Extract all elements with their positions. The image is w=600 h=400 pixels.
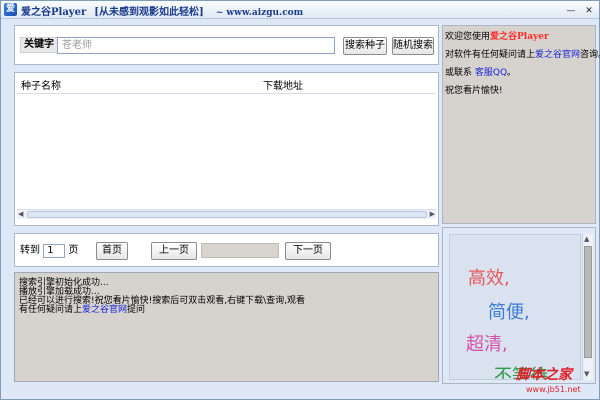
log-text: 有任何疑问请上: [19, 305, 83, 315]
list-body[interactable]: [17, 95, 436, 208]
scrollbar-thumb[interactable]: [584, 246, 592, 358]
watermark-text: 脚本之家: [516, 367, 572, 383]
question-line: 对软件有任何疑问请上爱之谷官网咨询。: [445, 50, 600, 60]
app-logo-icon: 爱: [4, 3, 17, 16]
column-seed-name[interactable]: 种子名称: [21, 81, 61, 93]
ad-word: 超清,: [466, 334, 508, 355]
log-panel[interactable]: 搜索引擎初始化成功... 播放引擎加载成功... 已经可以进行搜索!祝您看片愉快…: [14, 272, 439, 382]
page-number-input[interactable]: 1: [43, 244, 66, 258]
welcome-line: 欢迎您使用爱之谷Player: [445, 32, 549, 42]
official-site-link[interactable]: 爱之谷官网: [535, 50, 580, 60]
ad-panel: 高效, 简便, 超清, 不等待 ▲ ▼: [442, 227, 596, 384]
search-panel: 关键字 搜索种子 随机搜索: [14, 25, 439, 65]
results-list[interactable]: 种子名称 下载地址 ◀ ▶: [14, 72, 439, 226]
contact-text: 或联系: [445, 68, 475, 78]
support-qq-link[interactable]: 客服QQ: [475, 68, 507, 78]
ad-word: 简便,: [488, 302, 530, 323]
search-seed-button[interactable]: 搜索种子: [343, 37, 387, 55]
contact-line: 或联系 客服QQ。: [445, 68, 516, 78]
next-page-button[interactable]: 下一页: [285, 242, 331, 260]
prev-page-button[interactable]: 上一页: [151, 242, 197, 260]
page-progress-bar: [201, 243, 279, 258]
wish-line: 祝您看片愉快!: [445, 86, 503, 96]
horizontal-scrollbar[interactable]: ◀ ▶: [17, 209, 436, 219]
scrollbar-thumb[interactable]: [27, 211, 427, 218]
brand-name: 爱之谷Player: [490, 32, 549, 42]
keyword-input[interactable]: [57, 37, 335, 54]
ad-banner[interactable]: 高效, 简便, 超清, 不等待: [449, 234, 581, 380]
welcome-text: 欢迎您使用: [445, 32, 491, 42]
goto-page: 转到 1 页: [20, 244, 78, 258]
goto-label: 转到: [20, 245, 40, 256]
info-panel: 欢迎您使用爱之谷Player 对软件有任何疑问请上爱之谷官网咨询。 或联系 客服…: [442, 25, 600, 224]
ad-word: 高效,: [468, 268, 510, 289]
keyword-label: 关键字: [20, 37, 58, 53]
question-suffix: 咨询。: [580, 50, 600, 60]
app-name: 爱之谷Player: [21, 7, 87, 18]
close-icon[interactable]: ✕: [581, 4, 597, 18]
window-title: 爱之谷Player [从未感到观影如此轻松] ~ www.aizgu.com: [21, 3, 304, 18]
log-line: 有任何疑问请上爱之谷官网提问: [19, 306, 145, 315]
scroll-up-icon[interactable]: ▲: [584, 235, 589, 244]
app-url: ~ www.aizgu.com: [215, 8, 304, 18]
title-bar[interactable]: 爱 爱之谷Player [从未感到观影如此轻松] ~ www.aizgu.com —…: [1, 1, 599, 19]
scroll-right-icon[interactable]: ▶: [430, 210, 435, 219]
app-window: 爱 爱之谷Player [从未感到观影如此轻松] ~ www.aizgu.com —…: [0, 0, 600, 400]
official-site-link[interactable]: 爱之谷官网: [82, 305, 127, 315]
app-slogan: [从未感到观影如此轻松]: [94, 7, 204, 18]
watermark-url: www.jb51.net: [526, 385, 581, 394]
random-search-button[interactable]: 随机搜索: [392, 37, 434, 55]
pagination-panel: 转到 1 页 首页 上一页 下一页: [14, 233, 439, 267]
scroll-left-icon[interactable]: ◀: [18, 210, 23, 219]
minimize-icon[interactable]: —: [563, 4, 579, 18]
page-unit: 页: [68, 245, 79, 256]
window-controls: — ✕: [561, 3, 597, 17]
vertical-scrollbar[interactable]: ▲ ▼: [582, 234, 593, 380]
list-header: 种子名称 下载地址: [17, 81, 436, 94]
first-page-button[interactable]: 首页: [96, 242, 128, 260]
contact-suffix: 。: [507, 68, 517, 78]
question-text: 对软件有任何疑问请上: [445, 50, 536, 60]
log-text: 提问: [127, 305, 146, 315]
column-download-url[interactable]: 下载地址: [263, 81, 303, 93]
watermark: 脚本之家 www.jb51.net: [516, 364, 600, 400]
